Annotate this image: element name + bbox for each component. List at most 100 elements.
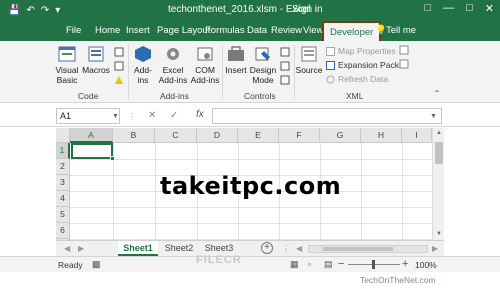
macros-button[interactable]: Macros <box>82 45 110 75</box>
excel-window: 💾 ↶ ↷ ▾ techonthenet_2016.xlsm - Excel S… <box>0 0 500 289</box>
previous-sheet-icon[interactable]: ◀ <box>64 244 70 253</box>
add-ins-button[interactable]: Add-ins <box>131 45 155 85</box>
formula-input[interactable] <box>212 108 442 124</box>
watermark-techonthenet: TechOnTheNet.com <box>360 275 436 285</box>
page-break-preview-icon[interactable]: ▤ <box>324 259 333 270</box>
column-header[interactable]: E <box>238 128 279 143</box>
row-header[interactable]: 5 <box>56 207 70 223</box>
visual-basic-icon <box>58 46 76 62</box>
normal-view-icon[interactable]: ▦ <box>290 259 299 270</box>
column-header[interactable]: F <box>279 128 320 143</box>
relative-references-icon <box>114 61 124 71</box>
group-separator <box>128 45 129 99</box>
customize-qat-icon[interactable]: ▾ <box>55 5 60 16</box>
tab-insert[interactable]: Insert <box>126 25 150 36</box>
watermark-filecr: FILECR <box>196 254 242 266</box>
maximize-icon[interactable]: □ <box>466 2 473 15</box>
undo-icon[interactable]: ↶ <box>26 5 34 16</box>
macro-recording-icon[interactable]: ▩ <box>92 259 101 270</box>
com-add-ins-icon <box>197 47 213 61</box>
row-header[interactable]: 6 <box>56 223 70 239</box>
run-dialog-button[interactable] <box>279 75 291 85</box>
next-sheet-icon[interactable]: ▶ <box>78 244 84 253</box>
zoom-slider-knob[interactable] <box>372 260 375 269</box>
column-header[interactable]: B <box>113 128 155 143</box>
column-header[interactable]: C <box>155 128 197 143</box>
map-properties-button[interactable]: Map Properties <box>326 46 396 56</box>
cancel-entry-icon[interactable]: ✕ <box>148 110 156 121</box>
xml-import-button[interactable] <box>398 45 410 55</box>
active-cell[interactable] <box>71 143 113 159</box>
zoom-out-icon[interactable]: − <box>338 258 344 270</box>
tab-view[interactable]: View <box>303 25 323 36</box>
row-header[interactable]: 3 <box>56 175 70 191</box>
expansion-packs-button[interactable]: Expansion Packs <box>326 60 403 70</box>
sheet-tab-sheet1[interactable]: Sheet1 <box>118 241 158 256</box>
confirm-entry-icon[interactable]: ✓ <box>170 110 178 121</box>
horizontal-scrollbar[interactable] <box>308 245 428 253</box>
title-bar: 💾 ↶ ↷ ▾ techonthenet_2016.xlsm - Excel S… <box>0 0 500 21</box>
row-header[interactable]: 1 <box>56 143 70 159</box>
column-header[interactable]: A <box>70 128 113 143</box>
tab-data[interactable]: Data <box>247 25 267 36</box>
name-box-dropdown-icon[interactable]: ▼ <box>112 113 119 120</box>
scroll-down-icon[interactable]: ▼ <box>436 231 442 237</box>
tab-home[interactable]: Home <box>95 25 120 36</box>
record-macro-button[interactable] <box>113 47 125 57</box>
grid-line <box>70 159 432 160</box>
zoom-level[interactable]: 100% <box>415 260 437 270</box>
xml-source-icon <box>301 46 317 62</box>
scroll-right-icon[interactable]: ▶ <box>432 244 438 253</box>
column-header[interactable]: D <box>197 128 238 143</box>
add-sheet-icon[interactable]: + <box>261 242 273 254</box>
refresh-data-button[interactable]: Refresh Data <box>326 74 388 84</box>
vertical-scroll-thumb[interactable] <box>435 142 443 164</box>
fill-handle[interactable] <box>110 156 115 161</box>
properties-button[interactable] <box>279 47 291 57</box>
column-header[interactable]: I <box>402 128 432 143</box>
add-ins-icon <box>135 46 151 62</box>
name-box[interactable]: A1 <box>56 108 120 124</box>
view-code-icon <box>280 61 290 71</box>
scroll-left-icon[interactable]: ◀ <box>296 244 302 253</box>
macros-icon <box>88 46 104 62</box>
macro-security-button[interactable] <box>113 75 125 85</box>
record-macro-icon <box>114 47 124 57</box>
zoom-in-icon[interactable]: + <box>402 258 408 270</box>
save-icon[interactable]: 💾 <box>8 5 20 16</box>
sign-in-link[interactable]: Sign in <box>292 4 323 15</box>
com-add-ins-button[interactable]: COM Add-ins <box>190 45 220 85</box>
design-mode-button[interactable]: Design Mode <box>250 45 276 85</box>
insert-controls-button[interactable]: Insert <box>224 45 248 75</box>
row-header[interactable]: 4 <box>56 191 70 207</box>
column-header[interactable]: H <box>361 128 402 143</box>
scroll-up-icon[interactable]: ▲ <box>436 130 442 136</box>
tab-file[interactable]: File <box>66 25 81 36</box>
visual-basic-button[interactable]: Visual Basic <box>55 45 79 85</box>
collapse-ribbon-icon[interactable]: ⌃ <box>432 89 442 99</box>
horizontal-scroll-thumb[interactable] <box>323 247 393 251</box>
select-all-button[interactable] <box>56 128 70 143</box>
expand-formula-bar-icon[interactable]: ▼ <box>430 113 437 120</box>
tab-review[interactable]: Review <box>271 25 302 36</box>
source-button[interactable]: Source <box>296 45 322 75</box>
tab-formulas[interactable]: Formulas <box>205 25 245 36</box>
tab-developer[interactable]: Developer <box>322 21 382 41</box>
vertical-scrollbar[interactable]: ▲ ▼ <box>432 128 444 240</box>
xml-export-button[interactable] <box>398 59 410 69</box>
expansion-packs-icon <box>326 60 335 70</box>
minimize-icon[interactable]: — <box>443 2 454 15</box>
page-layout-view-icon[interactable]: ▫ <box>308 259 311 269</box>
row-header[interactable]: 2 <box>56 159 70 175</box>
column-header[interactable]: G <box>320 128 361 143</box>
redo-icon[interactable]: ↷ <box>41 5 49 16</box>
relative-references-button[interactable] <box>113 61 125 71</box>
tab-page-layout[interactable]: Page Layout <box>157 25 210 36</box>
view-code-button[interactable] <box>279 61 291 71</box>
sheet-tab-sheet2[interactable]: Sheet2 <box>160 241 198 256</box>
ribbon-display-options-icon[interactable]: □ <box>424 2 431 15</box>
insert-function-button[interactable]: fx <box>196 109 204 120</box>
excel-add-ins-button[interactable]: Excel Add-ins <box>158 45 188 85</box>
tab-tell-me[interactable]: Tell me <box>386 25 416 36</box>
close-icon[interactable]: ✕ <box>485 2 494 15</box>
